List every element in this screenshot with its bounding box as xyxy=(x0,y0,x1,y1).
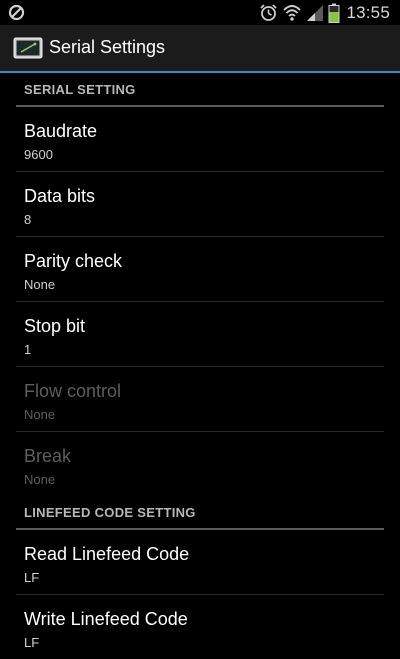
category-serial-setting: SERIAL SETTING xyxy=(16,73,384,107)
pref-title: Stop bit xyxy=(24,316,86,336)
pref-summary: 9600 xyxy=(24,147,53,162)
pref-title: Flow control xyxy=(24,381,122,401)
pref-title: Parity check xyxy=(24,251,123,271)
pref-summary: 8 xyxy=(24,212,32,227)
category-label: LINEFEED CODE SETTING xyxy=(24,505,196,520)
signal-icon xyxy=(307,5,324,21)
pref-data-bits[interactable]: Data bits 8 xyxy=(16,172,384,237)
pref-baudrate[interactable]: Baudrate 9600 xyxy=(16,107,384,172)
pref-title: Baudrate xyxy=(24,121,98,141)
category-linefeed-code-setting: LINEFEED CODE SETTING xyxy=(16,496,384,530)
no-sync-icon xyxy=(8,4,25,21)
status-bar: 13:55 xyxy=(0,0,400,25)
alarm-icon xyxy=(260,4,278,21)
pref-summary: None xyxy=(24,472,56,487)
pref-read-linefeed-code[interactable]: Read Linefeed Code LF xyxy=(16,530,384,595)
pref-summary: 1 xyxy=(24,342,32,357)
pref-summary: LF xyxy=(24,570,40,585)
wifi-icon xyxy=(283,5,302,21)
pref-title: Data bits xyxy=(24,186,96,206)
pref-summary: LF xyxy=(24,635,40,650)
action-bar: Serial Settings xyxy=(0,25,400,73)
pref-title: Write Linefeed Code xyxy=(24,609,188,629)
pref-parity-check[interactable]: Parity check None xyxy=(16,237,384,302)
pref-title: Break xyxy=(24,446,72,466)
pref-break: Break None xyxy=(16,432,384,496)
pref-flow-control: Flow control None xyxy=(16,367,384,432)
page-title: Serial Settings xyxy=(49,37,166,57)
pref-title: Read Linefeed Code xyxy=(24,544,190,564)
app-icon[interactable] xyxy=(13,37,43,59)
pref-summary: None xyxy=(24,407,56,422)
status-icons: 13:55 xyxy=(255,0,390,25)
battery-icon xyxy=(328,3,340,23)
pref-summary: None xyxy=(24,277,56,292)
category-label: SERIAL SETTING xyxy=(24,82,136,97)
pref-write-linefeed-code[interactable]: Write Linefeed Code LF xyxy=(16,595,384,659)
status-time: 13:55 xyxy=(346,2,390,22)
pref-stop-bit[interactable]: Stop bit 1 xyxy=(16,302,384,367)
preference-list: SERIAL SETTING Baudrate 9600 Data bits 8… xyxy=(0,73,400,659)
